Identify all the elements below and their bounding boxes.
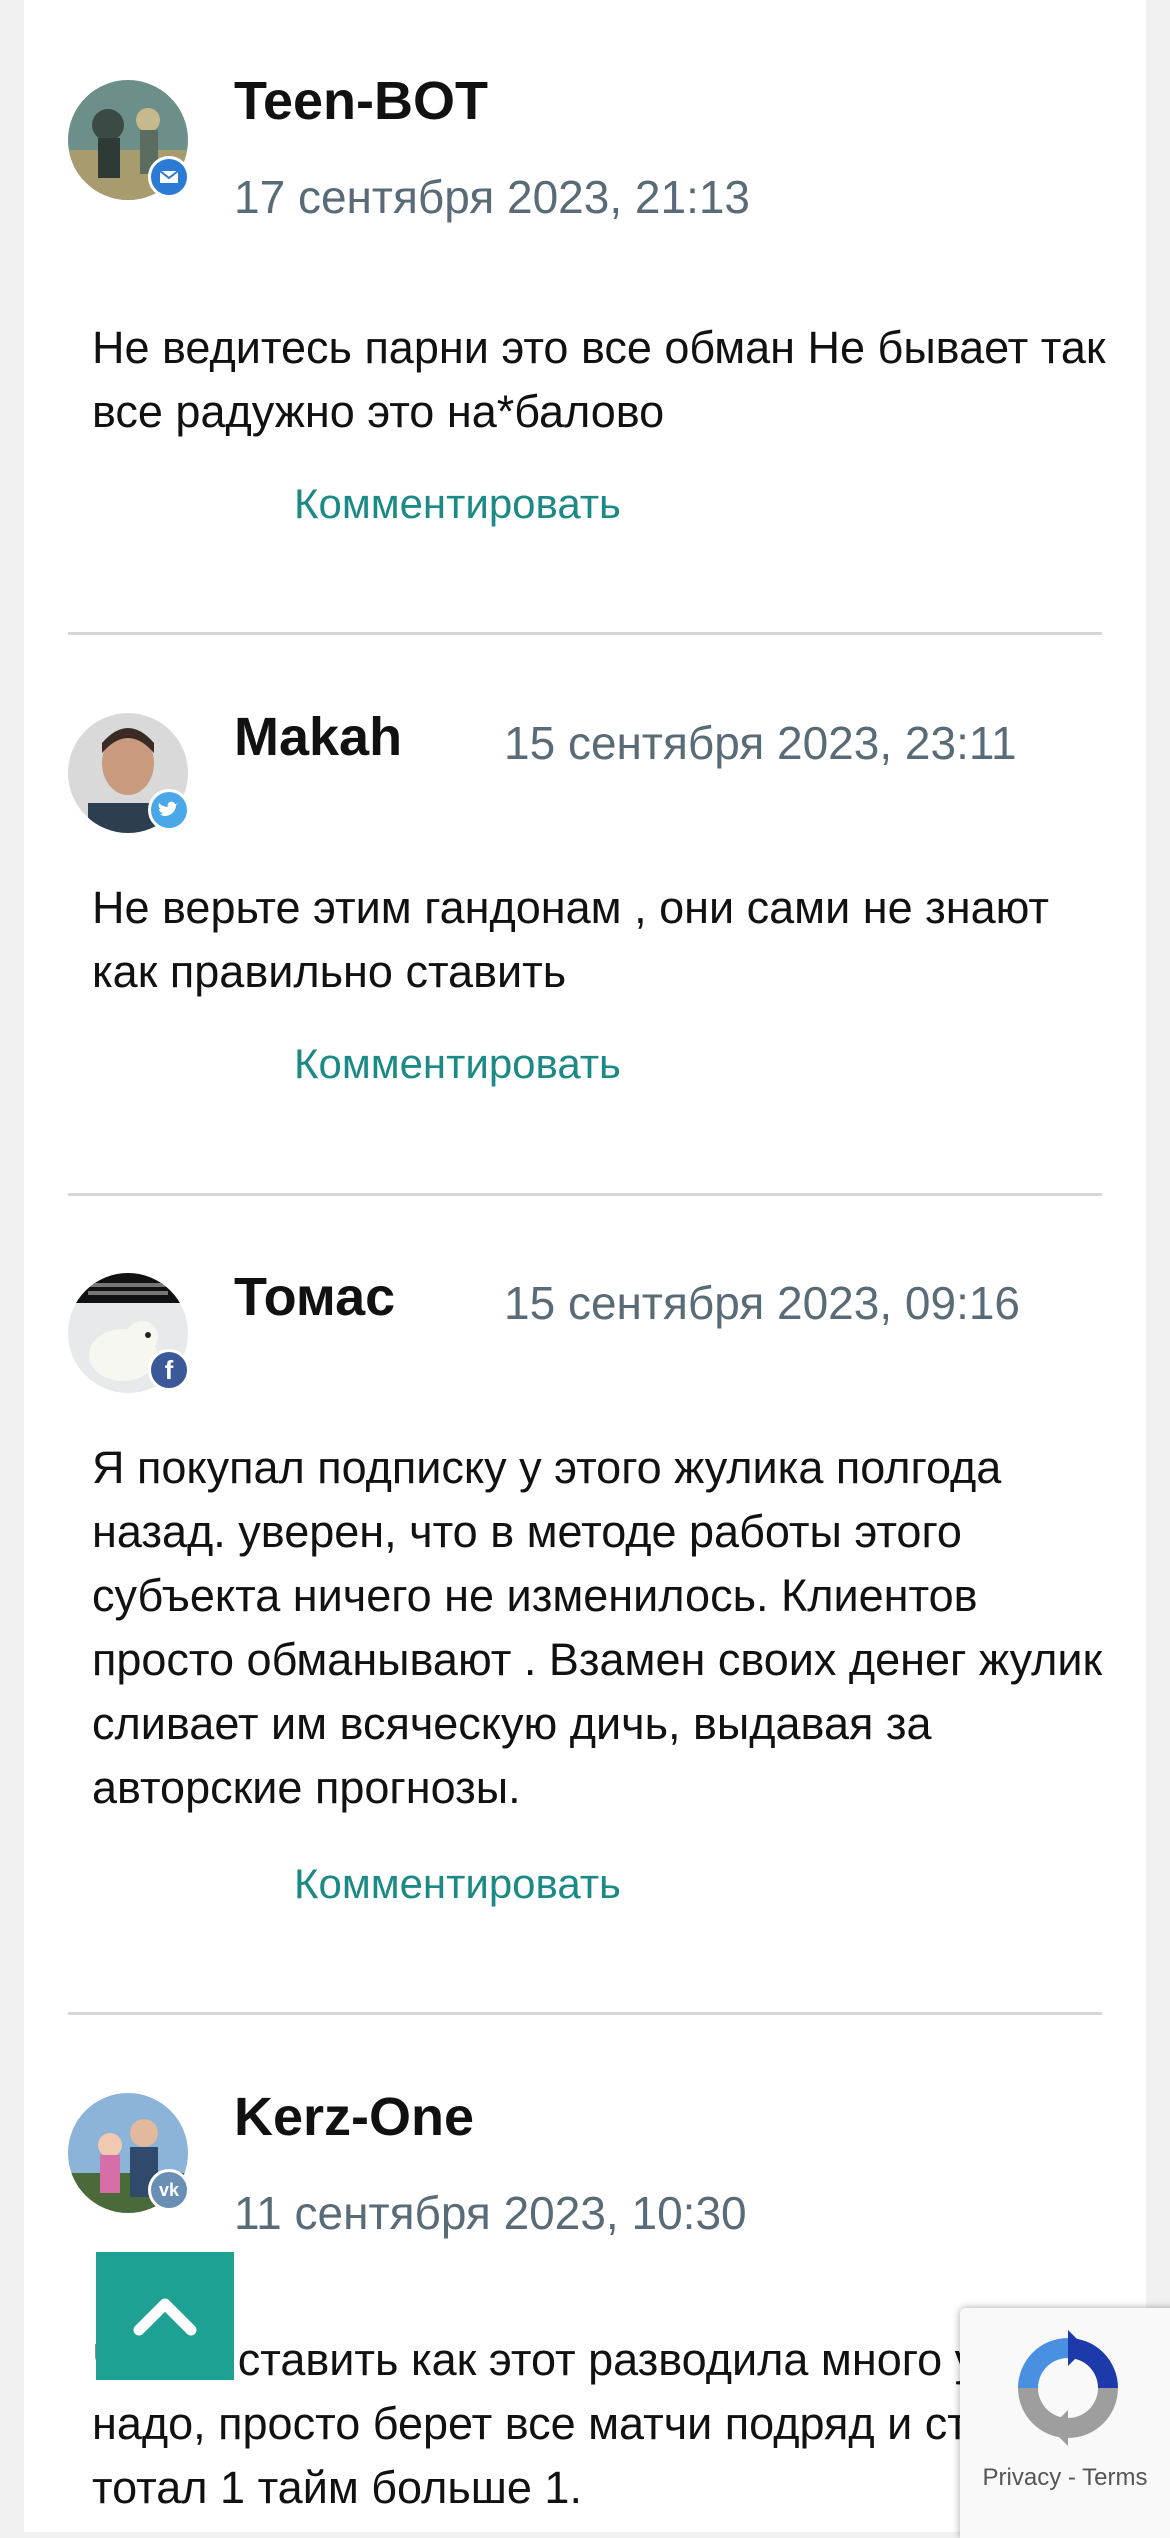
comment-text: Чтобы ставить как этот разводила много у… bbox=[92, 2334, 1096, 2513]
comment-date: 15 сентября 2023, 23:11 bbox=[504, 717, 1017, 769]
reply-link[interactable]: Комментировать bbox=[294, 1040, 621, 1088]
vk-icon: vk bbox=[148, 2169, 190, 2211]
recaptcha-icon bbox=[1018, 2330, 1118, 2446]
comment-text: Я покупал подписку у этого жулика полгод… bbox=[92, 1442, 1103, 1813]
avatar[interactable]: vk bbox=[68, 2093, 190, 2213]
email-icon bbox=[148, 156, 190, 198]
comment-date: 17 сентября 2023, 21:13 bbox=[234, 171, 751, 223]
comment-text: Не верьте этим гандонам , они сами не зн… bbox=[92, 882, 1049, 997]
privacy-link[interactable]: Privacy bbox=[983, 2464, 1062, 2491]
separator: - bbox=[1061, 2464, 1083, 2491]
comments-panel: Teen-BOT 17 сентября 2023, 21:13 Не веди… bbox=[24, 0, 1146, 2532]
recaptcha-links: Privacy - Terms bbox=[960, 2464, 1170, 2492]
chevron-up-icon bbox=[133, 2298, 197, 2336]
comment-author[interactable]: Kerz-One bbox=[234, 2086, 474, 2148]
avatar[interactable] bbox=[68, 713, 190, 833]
comment-text: Не ведитесь парни это все обман Не бывае… bbox=[92, 322, 1106, 437]
facebook-icon: f bbox=[148, 1349, 190, 1391]
scroll-to-top-button[interactable] bbox=[96, 2252, 234, 2380]
reply-link[interactable]: Комментировать bbox=[294, 480, 621, 528]
divider bbox=[68, 632, 1102, 635]
recaptcha-badge[interactable]: Privacy - Terms bbox=[960, 2308, 1170, 2538]
terms-link[interactable]: Terms bbox=[1082, 2464, 1147, 2491]
twitter-icon bbox=[148, 789, 190, 831]
comment-author[interactable]: Makah bbox=[234, 706, 402, 768]
comment-date: 15 сентября 2023, 09:16 bbox=[504, 1277, 1021, 1329]
divider bbox=[68, 2012, 1102, 2015]
comment-author[interactable]: Томас bbox=[234, 1266, 395, 1328]
comment-author[interactable]: Teen-BOT bbox=[234, 70, 488, 132]
divider bbox=[68, 1193, 1102, 1196]
avatar[interactable] bbox=[68, 80, 190, 200]
reply-link[interactable]: Комментировать bbox=[294, 1860, 621, 1908]
comment-date: 11 сентября 2023, 10:30 bbox=[234, 2187, 747, 2239]
avatar[interactable]: f bbox=[68, 1273, 190, 1393]
